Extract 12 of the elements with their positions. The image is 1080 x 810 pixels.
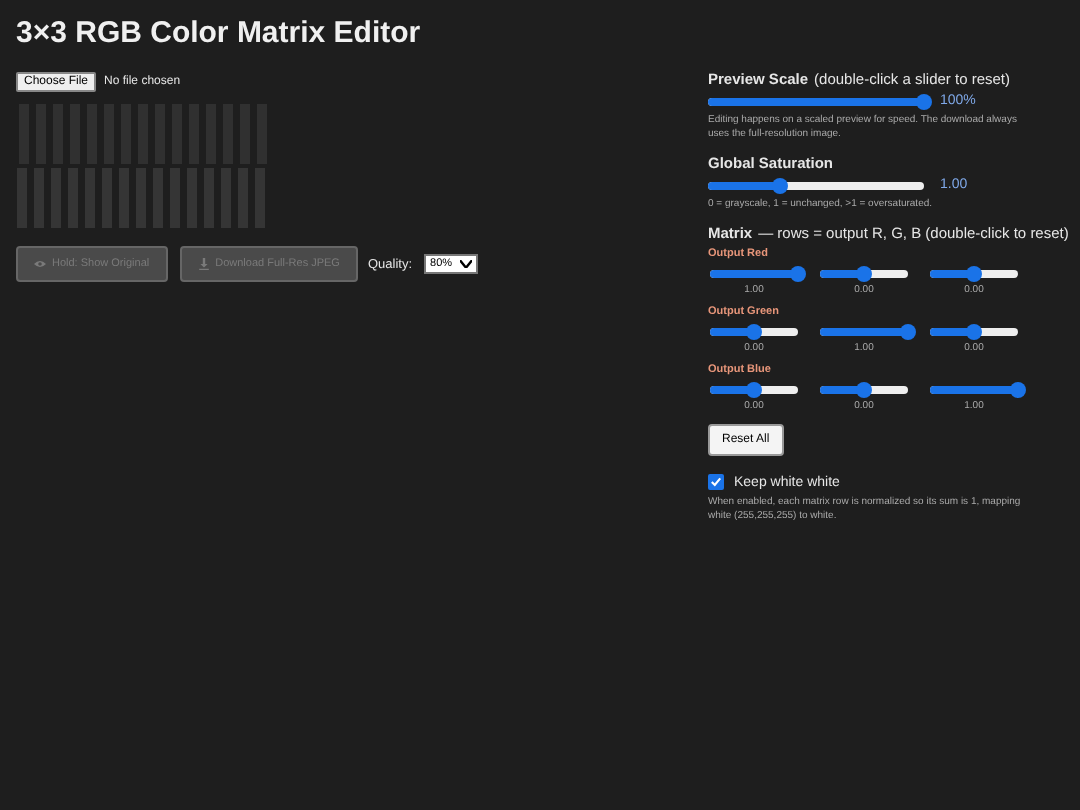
- caret-icon: [460, 260, 473, 268]
- slider[interactable]: [710, 328, 798, 336]
- page-title: 3×3 RGB Color Matrix Editor: [16, 16, 423, 52]
- slider[interactable]: [930, 328, 1018, 336]
- slider[interactable]: [708, 181, 924, 189]
- eye-icon: [34, 258, 46, 270]
- checkbox[interactable]: [708, 474, 724, 490]
- slider[interactable]: [930, 270, 1018, 278]
- slider[interactable]: [710, 386, 798, 394]
- slider[interactable]: [820, 386, 908, 394]
- download-icon: [197, 258, 210, 270]
- slider[interactable]: [820, 270, 908, 278]
